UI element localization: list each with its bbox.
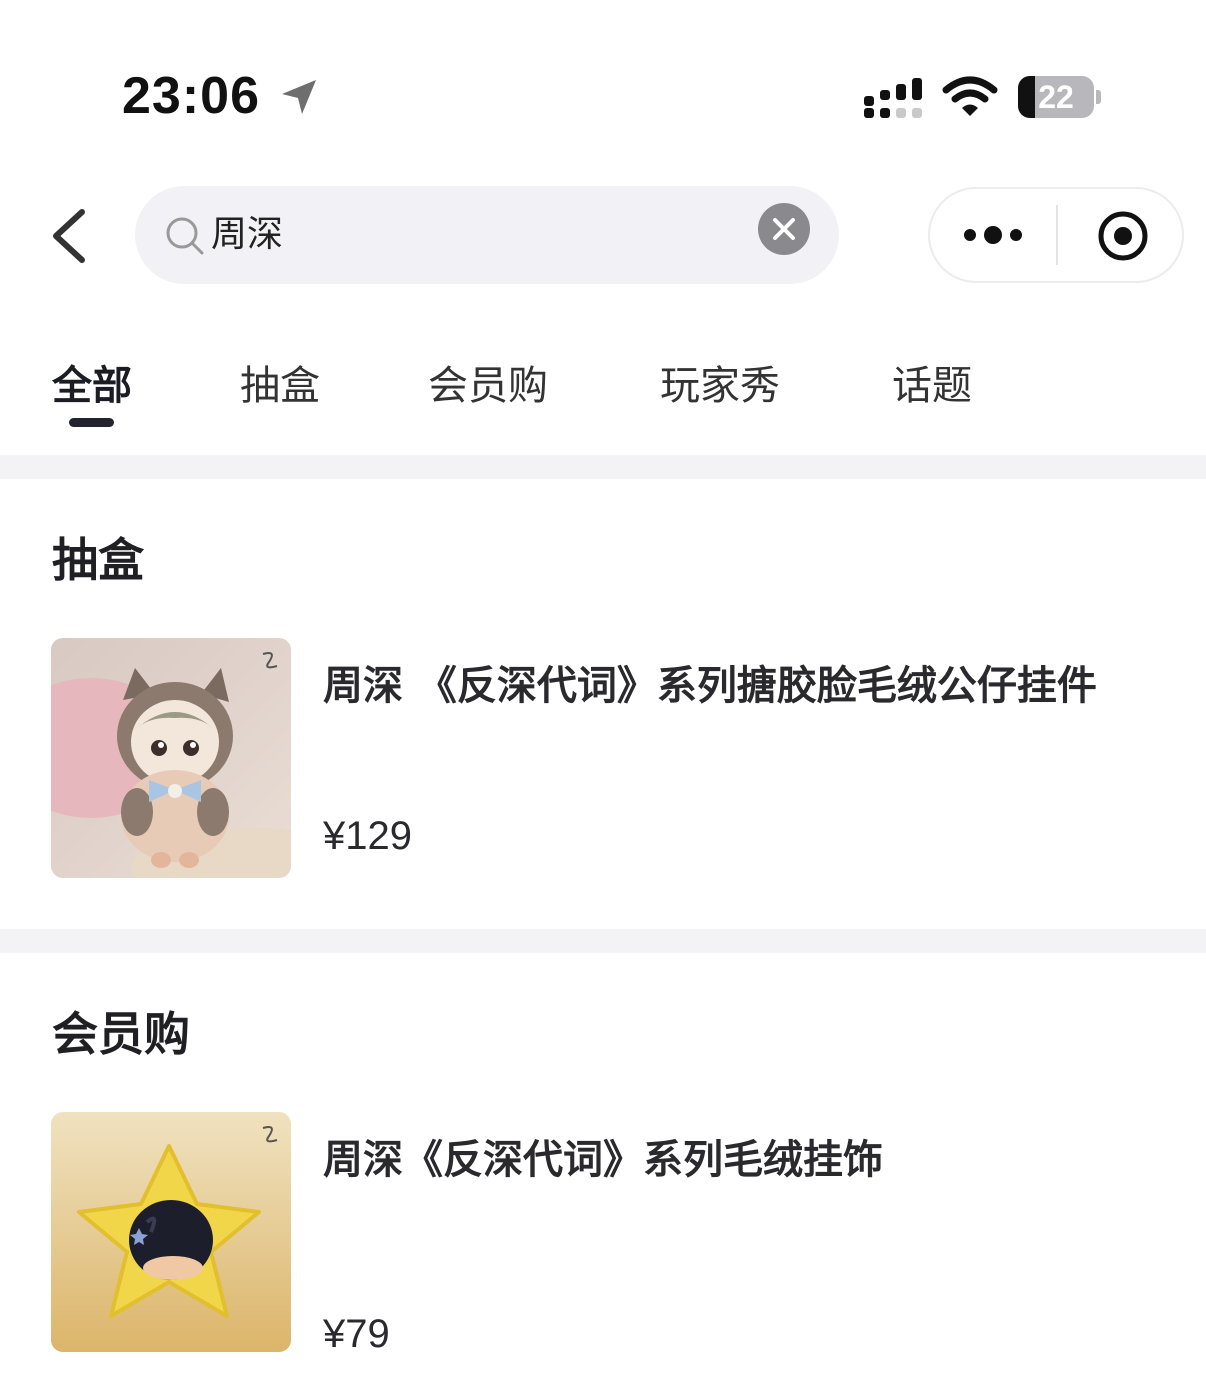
product-image[interactable] xyxy=(51,1112,291,1352)
search-query[interactable]: 周深 xyxy=(211,210,283,260)
more-options-icon[interactable] xyxy=(960,215,1026,255)
back-button[interactable] xyxy=(40,200,100,270)
close-icon xyxy=(773,218,795,240)
product-name[interactable]: 周深《反深代词》系列毛绒挂饰 xyxy=(323,1134,883,1186)
tab-member-shop[interactable]: 会员购 xyxy=(428,358,548,414)
status-time: 23:06 xyxy=(122,67,260,125)
product-card[interactable]: 周深《反深代词》系列毛绒挂饰 ¥79 xyxy=(51,1112,1171,1356)
section-divider xyxy=(0,455,1206,479)
mini-program-capsule xyxy=(928,187,1184,283)
section-title-blind-box: 抽盒 xyxy=(52,533,144,587)
clear-search-button[interactable] xyxy=(758,203,810,255)
capsule-divider xyxy=(1056,205,1058,265)
tab-all[interactable]: 全部 xyxy=(52,358,132,414)
tab-topics[interactable]: 话题 xyxy=(892,358,972,414)
plush-doll-image xyxy=(51,638,291,878)
close-miniprogram-icon[interactable] xyxy=(1096,209,1150,263)
category-tabs: 全部 抽盒 会员购 玩家秀 话题 xyxy=(0,340,1206,455)
battery-tip xyxy=(1096,90,1101,104)
status-bar: 23:06 22 xyxy=(0,0,1206,160)
search-input[interactable]: 周深 xyxy=(135,186,839,284)
section-divider xyxy=(0,929,1206,953)
tab-player-show[interactable]: 玩家秀 xyxy=(660,358,780,414)
cellular-signal-icon xyxy=(864,78,922,118)
section-title-member-shop: 会员购 xyxy=(52,1007,190,1061)
battery-level: 22 xyxy=(1038,79,1074,115)
active-tab-indicator xyxy=(69,418,114,427)
product-name[interactable]: 周深 《反深代词》系列搪胶脸毛绒公仔挂件 xyxy=(323,660,1097,712)
product-card[interactable]: 周深 《反深代词》系列搪胶脸毛绒公仔挂件 ¥129 xyxy=(51,638,1171,878)
battery-indicator: 22 xyxy=(1018,76,1102,118)
product-price: ¥129 xyxy=(323,814,412,858)
battery-body: 22 xyxy=(1018,76,1094,118)
tab-blind-box[interactable]: 抽盒 xyxy=(240,358,320,414)
location-arrow-icon xyxy=(282,80,316,114)
product-image[interactable] xyxy=(51,638,291,878)
plush-star-image xyxy=(51,1112,291,1352)
product-price: ¥79 xyxy=(323,1312,390,1356)
search-icon xyxy=(166,217,204,255)
wifi-icon xyxy=(942,76,998,116)
